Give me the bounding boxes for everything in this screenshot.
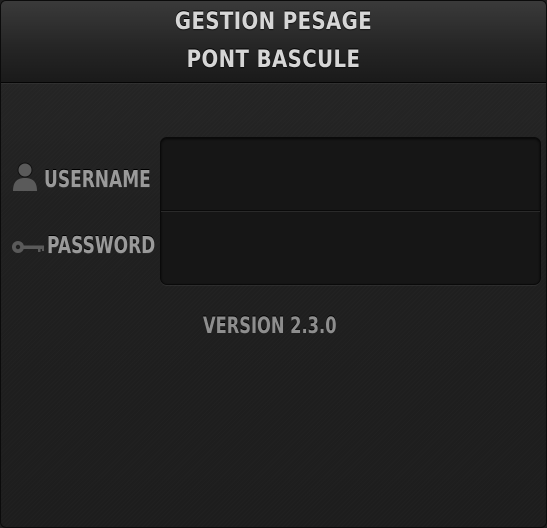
login-window: GESTION PESAGE PONT BASCULE USERNAME PAS… xyxy=(0,0,547,528)
credentials-group xyxy=(160,137,541,285)
password-label: PASSWORD xyxy=(47,233,156,259)
title-bar: GESTION PESAGE PONT BASCULE xyxy=(1,1,546,83)
username-label: USERNAME xyxy=(44,167,151,193)
key-icon xyxy=(12,241,44,253)
username-input[interactable] xyxy=(161,138,540,210)
app-title-line2: PONT BASCULE xyxy=(186,45,361,73)
password-input[interactable] xyxy=(161,212,540,284)
user-icon xyxy=(13,162,37,191)
app-title-line1: GESTION PESAGE xyxy=(174,7,373,35)
version-label: VERSION 2.3.0 xyxy=(203,314,337,339)
